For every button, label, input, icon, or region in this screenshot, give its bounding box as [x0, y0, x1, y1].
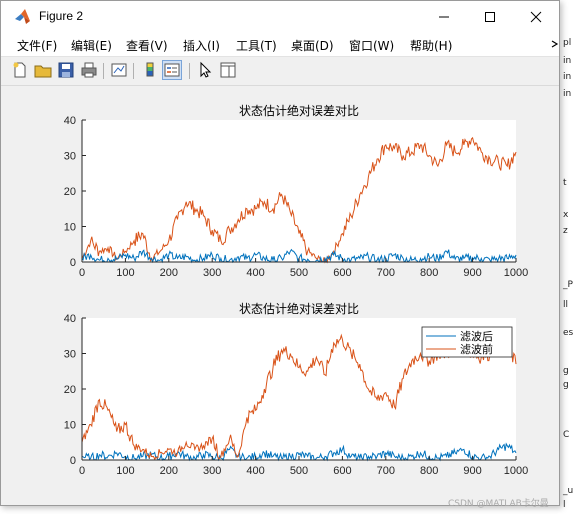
- x-tick-label: 900: [463, 465, 481, 477]
- x-tick-label: 300: [203, 465, 221, 477]
- toolbar-separator: [133, 63, 134, 79]
- x-tick-label: 200: [160, 267, 178, 279]
- y-tick-label: 30: [64, 151, 76, 163]
- plot-background: [82, 120, 516, 262]
- property-editor-icon[interactable]: [219, 61, 237, 79]
- legend-label: 滤波前: [460, 342, 493, 356]
- watermark-text: CSDN @MATLAB卡尔曼: [448, 499, 549, 509]
- x-tick-label: 500: [290, 267, 308, 279]
- matlab-logo-icon: [15, 9, 30, 24]
- x-tick-label: 1000: [504, 267, 528, 279]
- figure-canvas: 0 100 200 300 400 500 600 700 800 900 100001020304…: [64, 103, 528, 477]
- x-tick-label: 700: [377, 267, 395, 279]
- background-text-fragment: z: [563, 226, 568, 236]
- toolbar: [1, 57, 559, 86]
- background-text-fragment: x: [563, 210, 569, 220]
- x-tick-label: 500: [290, 465, 308, 477]
- figure-window: Figure 2 文件(F) 编辑(E) 查看(V) 插入(I) 工具(T) 桌…: [0, 0, 560, 506]
- legend-icon[interactable]: [162, 60, 182, 80]
- background-text-fragment: in: [563, 56, 572, 66]
- close-icon: [530, 11, 542, 22]
- print-icon[interactable]: [80, 61, 98, 79]
- minimize-icon: [439, 16, 449, 17]
- chart-title: 状态估计绝对误差对比: [239, 103, 359, 118]
- background-text-fragment: g: [563, 380, 569, 390]
- menu-desktop[interactable]: 桌面(D): [291, 37, 334, 54]
- y-tick-label: 10: [64, 222, 76, 234]
- background-text-fragment: in: [563, 89, 572, 99]
- open-file-icon[interactable]: [34, 61, 52, 79]
- background-text-fragment: _u: [563, 486, 574, 496]
- save-icon[interactable]: [57, 61, 75, 79]
- menu-view[interactable]: 查看(V): [126, 37, 168, 54]
- y-tick-label: 0: [70, 257, 76, 269]
- x-tick-label: 400: [246, 267, 264, 279]
- y-tick-label: 30: [64, 349, 76, 361]
- legend: 滤波后滤波前: [421, 326, 513, 358]
- x-tick-label: 900: [463, 267, 481, 279]
- x-tick-label: 400: [246, 465, 264, 477]
- toolbar-separator: [103, 63, 104, 79]
- maximize-button[interactable]: [467, 1, 513, 32]
- maximize-icon: [485, 11, 495, 22]
- menu-file[interactable]: 文件(F): [17, 37, 57, 54]
- x-tick-label: 800: [420, 267, 438, 279]
- minimize-button[interactable]: [421, 1, 467, 32]
- background-text-fragment: in: [563, 72, 572, 82]
- y-tick-label: 40: [64, 115, 76, 127]
- y-tick-label: 20: [64, 384, 76, 396]
- legend-label: 滤波后: [460, 330, 493, 343]
- background-text-fragment: _P: [563, 280, 573, 290]
- x-tick-label: 200: [160, 465, 178, 477]
- chart-2: 0 100 200 300 400 500 600 700 800 900 1000 0 10 20 30 4…: [64, 301, 528, 477]
- dock-arrow-icon[interactable]: [551, 39, 559, 49]
- y-tick-label: 20: [64, 186, 76, 198]
- x-tick-label: 800: [420, 465, 438, 477]
- x-tick-label: 700: [377, 465, 395, 477]
- x-tick-label: 100: [116, 465, 134, 477]
- menu-help[interactable]: 帮助(H): [410, 37, 452, 54]
- x-tick-label: 0: [79, 267, 85, 279]
- x-tick-label: 300: [203, 267, 221, 279]
- background-text-fragment: C: [563, 430, 570, 440]
- title-bar: Figure 2: [1, 1, 559, 32]
- background-text-fragment: l: [563, 500, 566, 510]
- window-title: Figure 2: [39, 9, 84, 23]
- y-tick-label: 10: [64, 420, 76, 432]
- menu-window[interactable]: 窗口(W): [349, 37, 394, 54]
- x-tick-label: 0: [79, 465, 85, 477]
- colorbar-icon[interactable]: [141, 61, 159, 79]
- y-tick-label: 40: [64, 313, 76, 325]
- link-plot-icon[interactable]: [110, 61, 128, 79]
- y-tick-label: 0: [70, 455, 76, 467]
- background-text-fragment: pl: [563, 38, 572, 48]
- menu-tools[interactable]: 工具(T): [236, 37, 277, 54]
- close-button[interactable]: [513, 1, 559, 32]
- x-tick-label: 100: [116, 267, 134, 279]
- background-text-fragment: t: [563, 178, 567, 188]
- chart-title: 状态估计绝对误差对比: [239, 301, 359, 316]
- background-text-fragment: es: [563, 328, 574, 338]
- toolbar-separator: [189, 63, 190, 79]
- menu-insert[interactable]: 插入(I): [183, 37, 220, 54]
- chart-1: 0 100 200 300 400 500 600 700 800 900 1000 0 10 20 30 4…: [64, 103, 528, 279]
- background-text-fragment: g: [563, 366, 569, 376]
- pointer-icon[interactable]: [196, 61, 214, 79]
- x-tick-label: 1000: [504, 465, 528, 477]
- background-text-fragment: ll: [563, 300, 569, 310]
- x-tick-label: 600: [333, 267, 351, 279]
- menu-bar: 文件(F) 编辑(E) 查看(V) 插入(I) 工具(T) 桌面(D) 窗口(W…: [1, 32, 559, 57]
- x-tick-label: 600: [333, 465, 351, 477]
- menu-edit[interactable]: 编辑(E): [71, 37, 112, 54]
- new-figure-icon[interactable]: [11, 61, 29, 79]
